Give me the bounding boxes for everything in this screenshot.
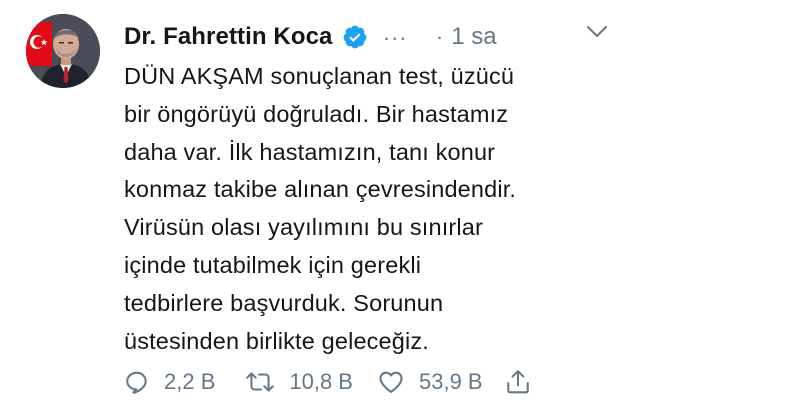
chevron-down-icon[interactable]	[586, 24, 608, 40]
tweet-timestamp[interactable]: 1 sa	[451, 23, 496, 51]
separator-dot: ·	[435, 24, 444, 49]
reply-icon	[126, 371, 147, 394]
tweet-text: DÜN AKŞAM sonuçlanan test, üzücü bir öng…	[124, 63, 517, 354]
tweet-header: Dr. Fahrettin Koca ... · 1 sa	[124, 20, 497, 52]
author-name[interactable]: Dr. Fahrettin Koca	[124, 23, 333, 51]
heart-icon	[379, 371, 403, 393]
tweet[interactable]: Dr. Fahrettin Koca ... · 1 sa DÜN AKŞAM …	[0, 0, 800, 409]
retweet-button[interactable]: 10,8 B	[245, 369, 353, 395]
verified-badge-icon	[342, 24, 368, 50]
retweet-icon	[246, 372, 275, 392]
more-indicator: ...	[383, 20, 408, 45]
share-button[interactable]	[505, 369, 531, 395]
avatar-image	[26, 14, 100, 88]
share-icon	[506, 370, 529, 394]
reply-button[interactable]: 2,2 B	[124, 369, 215, 395]
tweet-actions: 2,2 B 10,8 B 53,9 B	[124, 365, 531, 399]
avatar[interactable]	[26, 14, 100, 88]
reply-count: 2,2 B	[164, 369, 216, 394]
retweet-count: 10,8 B	[289, 369, 353, 394]
like-button[interactable]: 53,9 B	[377, 368, 483, 396]
like-count: 53,9 B	[418, 369, 483, 394]
